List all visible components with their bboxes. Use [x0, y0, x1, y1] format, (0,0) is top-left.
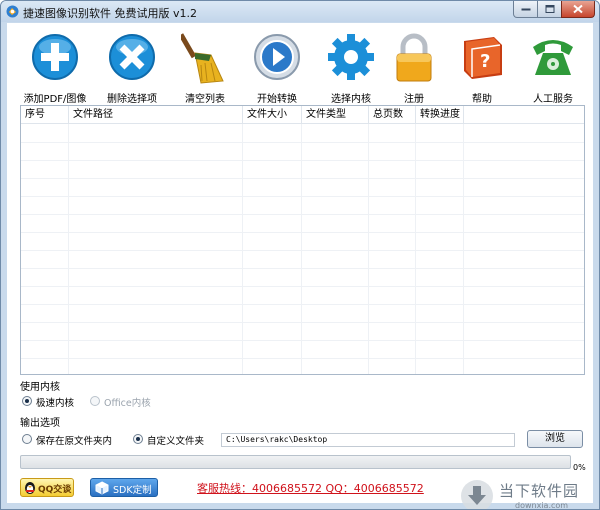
column-header-total-pages[interactable]: 总页数 [369, 106, 416, 124]
save-in-source-radio[interactable] [22, 434, 32, 444]
clear-list-label: 清空列表 [185, 94, 225, 105]
column-header-file-type[interactable]: 文件类型 [302, 106, 369, 124]
qq-chat-button[interactable]: QQ交谈 [20, 478, 74, 497]
output-section-title: 输出选项 [20, 418, 60, 429]
qq-chat-label: QQ交谈 [38, 485, 72, 495]
custom-folder-label[interactable]: 自定义文件夹 [147, 433, 204, 447]
delete-selected-label: 删除选择项 [107, 94, 157, 105]
minimize-button[interactable] [513, 1, 538, 18]
column-header-filler [464, 106, 584, 124]
qq-penguin-icon [25, 482, 35, 494]
app-window: 捷速图像识别软件 免费试用版 v1.2 添加PDF/图像 删除选择项 清空列表 … [0, 0, 600, 510]
help-button[interactable]: ? 帮助 [447, 29, 517, 105]
grid-row-line [21, 340, 584, 341]
lock-icon [396, 33, 432, 82]
service-hotline-link[interactable]: 客服热线：4006685572 QQ：4006685572 [197, 480, 424, 496]
engine-office-radio [90, 396, 100, 406]
phone-icon [533, 40, 573, 75]
grid-row-line [21, 358, 584, 359]
grid-column-divider [21, 124, 69, 374]
engine-fast-label[interactable]: 极速内核 [36, 395, 74, 409]
select-engine-button[interactable]: 选择内核 [313, 29, 389, 105]
play-icon [254, 34, 300, 80]
clear-list-button[interactable]: 清空列表 [167, 29, 243, 105]
start-convert-button[interactable]: 开始转换 [241, 29, 313, 105]
grid-row-line [21, 286, 584, 287]
add-icon [32, 34, 78, 80]
sdk-custom-label: SDK定制 [113, 485, 152, 496]
watermark-url: downxia.com [515, 501, 569, 510]
column-header-file-size[interactable]: 文件大小 [243, 106, 302, 124]
grid-row-line [21, 196, 584, 197]
grid-row-line [21, 304, 584, 305]
grid-row-line [21, 268, 584, 269]
grid-column-divider [369, 124, 416, 374]
grid-row-line [21, 142, 584, 143]
help-book-icon: ? [464, 37, 502, 79]
svg-text:?: ? [480, 51, 490, 72]
add-pdf-image-button[interactable]: 添加PDF/图像 [13, 29, 97, 105]
browse-button[interactable]: 浏览 [527, 430, 583, 448]
progress-percent: 0% [573, 463, 586, 472]
sdk-custom-button[interactable]: SDK定制 [90, 478, 158, 497]
grid-column-divider [69, 124, 243, 374]
app-logo-icon [6, 5, 19, 18]
column-header-file-path[interactable]: 文件路径 [69, 106, 243, 124]
delete-icon [109, 34, 155, 80]
grid-row-line [21, 250, 584, 251]
grid-row-line [21, 178, 584, 179]
output-path-field[interactable]: C:\Users\rakc\Desktop [221, 433, 515, 447]
register-label: 注册 [404, 94, 424, 105]
main-panel: 添加PDF/图像 删除选择项 清空列表 开始转换 选择内核 注册 ? 帮助 人工… [7, 23, 593, 509]
help-label: 帮助 [472, 94, 492, 105]
sdk-cube-icon [95, 481, 109, 495]
save-in-source-label[interactable]: 保存在原文件夹内 [36, 433, 112, 447]
grid-column-divider [243, 124, 302, 374]
grid-row-line [21, 232, 584, 233]
title-bar[interactable]: 捷速图像识别软件 免费试用版 v1.2 [1, 1, 599, 22]
custom-folder-radio[interactable] [133, 434, 143, 444]
engine-fast-radio[interactable] [22, 396, 32, 406]
maximize-button[interactable] [537, 1, 562, 18]
delete-selected-button[interactable]: 删除选择项 [95, 29, 169, 105]
manual-service-label: 人工服务 [533, 94, 573, 105]
start-convert-label: 开始转换 [257, 94, 297, 105]
gear-icon [328, 34, 374, 80]
column-header-progress[interactable]: 转换进度 [416, 106, 464, 124]
engine-section-title: 使用内核 [20, 382, 60, 393]
manual-service-button[interactable]: 人工服务 [517, 29, 589, 105]
conversion-progress-bar [20, 455, 571, 469]
column-header-index[interactable]: 序号 [21, 106, 69, 124]
minimize-icon [521, 8, 530, 11]
close-icon [573, 4, 583, 14]
maximize-icon [545, 5, 554, 13]
grid-column-divider [302, 124, 369, 374]
register-button[interactable]: 注册 [387, 29, 441, 105]
engine-office-label: Office内核 [104, 398, 151, 409]
grid-row-line [21, 160, 584, 161]
grid-column-divider [416, 124, 464, 374]
window-title: 捷速图像识别软件 免费试用版 v1.2 [23, 7, 197, 20]
grid-row-line [21, 214, 584, 215]
site-watermark: 当下软件园 downxia.com [459, 478, 599, 510]
download-arrow-icon [461, 480, 493, 509]
select-engine-label: 选择内核 [331, 94, 371, 105]
grid-row-line [21, 322, 584, 323]
watermark-text: 当下软件园 [499, 482, 580, 500]
add-pdf-image-label: 添加PDF/图像 [23, 94, 87, 105]
file-list-table[interactable]: 序号 文件路径 文件大小 文件类型 总页数 转换进度 [20, 105, 585, 375]
broom-icon [181, 33, 224, 84]
close-button[interactable] [561, 1, 595, 18]
